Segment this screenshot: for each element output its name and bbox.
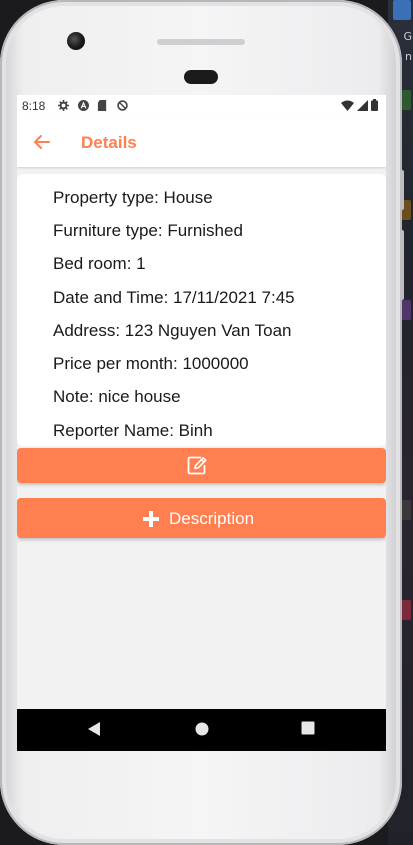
sd-card-icon — [97, 100, 107, 111]
add-description-button[interactable]: Description — [17, 498, 386, 538]
arrow-left-icon[interactable] — [31, 131, 53, 153]
detail-bed-room: Bed room: 1 — [53, 254, 146, 273]
side-button — [400, 230, 404, 300]
earpiece-speaker — [184, 70, 218, 84]
phone-screen: 8:18 Details Property type: House Furnit… — [17, 95, 386, 751]
home-circle-icon[interactable] — [194, 721, 210, 737]
detail-date-time: Date and Time: 17/11/2021 7:45 — [53, 288, 295, 307]
battery-icon — [371, 99, 378, 111]
detail-address: Address: 123 Nguyen Van Toan — [53, 321, 292, 340]
status-bar: 8:18 — [17, 95, 386, 117]
background-text: n — [405, 50, 412, 63]
plus-icon — [143, 511, 159, 527]
description-label: Description — [169, 509, 255, 528]
signal-icon — [357, 99, 368, 111]
detail-price: Price per month: 1000000 — [53, 354, 249, 373]
status-time: 8:18 — [22, 99, 46, 113]
front-camera — [67, 32, 85, 50]
app-bar: Details — [17, 117, 386, 167]
detail-note: Note: nice house — [53, 387, 181, 406]
background-text: G — [403, 30, 412, 43]
edit-button[interactable] — [17, 448, 386, 483]
edit-icon — [187, 456, 207, 475]
wifi-icon — [341, 100, 354, 111]
desktop-icon — [393, 0, 411, 20]
no-entry-icon — [117, 100, 128, 111]
page-title: Details — [81, 133, 137, 152]
status-right-icons — [341, 99, 378, 111]
gear-icon — [58, 100, 69, 111]
detail-furniture-type: Furniture type: Furnished — [53, 221, 243, 240]
a-circle-icon — [78, 100, 89, 111]
side-button — [400, 170, 404, 210]
navigation-bar — [17, 709, 386, 751]
recents-square-icon[interactable] — [301, 721, 315, 735]
detail-property-type: Property type: House — [53, 188, 213, 207]
top-speaker — [157, 39, 245, 45]
phone-frame: 8:18 Details Property type: House Furnit… — [0, 0, 404, 845]
back-triangle-icon[interactable] — [87, 721, 101, 737]
detail-reporter-name: Reporter Name: Binh — [53, 421, 213, 440]
details-card: Property type: House Furniture type: Fur… — [17, 174, 386, 446]
